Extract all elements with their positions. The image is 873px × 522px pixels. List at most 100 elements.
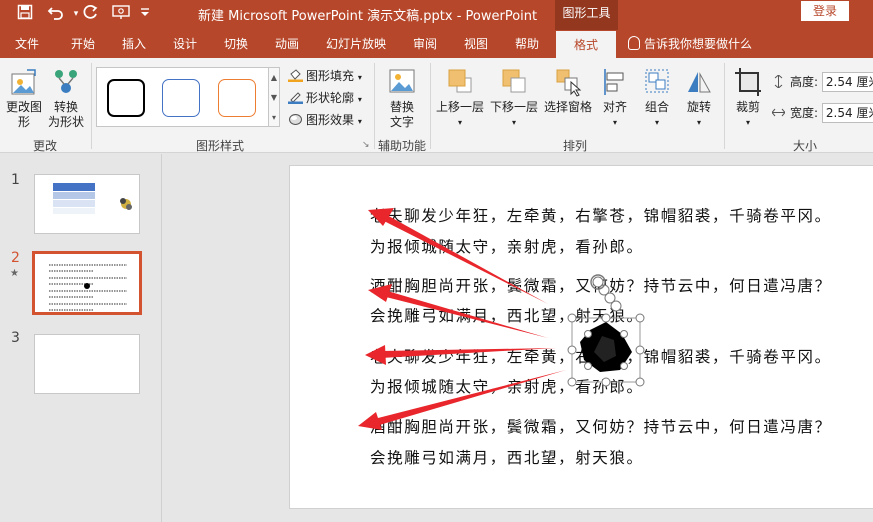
slide-canvas[interactable]: 老夫聊发少年狂，左牵黄，右擎苍，锦帽貂裘，千骑卷平冈。 为报倾城随太守，亲射虎，… (289, 165, 873, 509)
group-button[interactable]: 组合 ▾ (637, 66, 677, 130)
bring-forward-label: 上移一层 (435, 100, 484, 114)
align-icon (600, 66, 630, 98)
group-label-arrange: 排列 (562, 139, 587, 153)
login-button[interactable]: 登录 (801, 1, 849, 21)
tab-help[interactable]: 帮助 (504, 30, 550, 58)
alt-text-label-1: 替换 (389, 100, 414, 114)
convert-label-2: 为形状 (47, 115, 84, 129)
present-icon[interactable] (111, 4, 131, 24)
shape-fill-dropdown-icon: ▾ (357, 73, 362, 82)
edit-shape-label-2: 形 (17, 115, 30, 129)
width-input[interactable]: 2.54 厘米 (821, 103, 873, 123)
tab-insert[interactable]: 插入 (111, 30, 157, 58)
convert-to-shape-button[interactable]: 转换 为形状 (45, 66, 87, 130)
group-label-size: 大小 (792, 139, 817, 153)
rotate-icon (684, 66, 714, 98)
save-icon[interactable] (15, 4, 35, 24)
crop-dropdown-icon: ▾ (745, 118, 750, 127)
redo-icon[interactable] (81, 4, 101, 24)
poem-line[interactable]: 酒酣胸胆尚开张，鬓微霜，又何妨？持节云中，何日遣冯唐？ (370, 415, 832, 437)
group-label-shape-styles: 图形样式 (195, 139, 244, 153)
paint-bucket-icon (288, 68, 303, 82)
poem-line[interactable]: 为报倾城随太守，亲射虎，看孙郎。 (370, 235, 644, 257)
height-label: 高度: (790, 75, 819, 89)
bring-forward-dropdown-icon: ▾ (457, 118, 462, 127)
window-title: 新建 Microsoft PowerPoint 演示文稿.pptx - Powe… (198, 9, 538, 24)
slide-thumbnail-2[interactable] (32, 251, 142, 315)
edit-shape-icon (9, 66, 39, 98)
shape-effects-icon (288, 112, 303, 125)
shape-outline-button[interactable]: 形状轮廓 ▾ (288, 88, 362, 108)
shape-effects-label: 图形效果 (306, 113, 355, 127)
group-divider (724, 63, 725, 149)
poem-line[interactable]: 为报倾城随太守，亲射虎，看孙郎。 (370, 375, 644, 397)
gallery-up-icon[interactable]: ▲ (269, 68, 279, 88)
shape-style-swatch-black[interactable] (107, 79, 145, 117)
tab-slideshow[interactable]: 幻灯片放映 (318, 30, 394, 58)
align-button[interactable]: 对齐 ▾ (595, 66, 635, 130)
shape-style-gallery (96, 67, 269, 127)
selection-pane-button[interactable]: 选择窗格 (541, 66, 595, 115)
slide-2-preview (49, 264, 127, 311)
gallery-more-icon[interactable]: ▾ (269, 108, 279, 128)
poem-line[interactable]: 酒酣胸胆尚开张，鬓微霜，又何妨？持节云中，何日遣冯唐？ (370, 274, 832, 296)
title-bar: ▾ 新建 Microsoft PowerPoint 演示文稿.pptx - Po… (0, 0, 873, 30)
slide-thumbnail-3[interactable] (34, 334, 140, 394)
tab-view[interactable]: 视图 (453, 30, 499, 58)
tab-format[interactable]: 格式 (556, 31, 616, 58)
animation-star-icon: ★ (10, 268, 19, 279)
slide-1-preview (53, 183, 132, 214)
gallery-down-icon[interactable]: ▼ (269, 88, 279, 108)
dialog-launcher-icon[interactable]: ↘ (362, 140, 370, 150)
ribbon-tabs: 文件 开始 插入 设计 切换 动画 幻灯片放映 审阅 视图 帮助 格式 告诉我你… (0, 30, 873, 58)
crop-label: 裁剪 (735, 100, 760, 114)
width-field: 宽度: 2.54 厘米 (771, 103, 873, 123)
poem-line[interactable]: 老夫聊发少年狂，左牵黄，右擎苍，锦帽貂裘，千骑卷平冈。 (370, 204, 832, 226)
shape-fill-button[interactable]: 图形填充 ▾ (288, 66, 362, 86)
height-icon (772, 74, 787, 89)
slide-number-1: 1 (11, 172, 20, 188)
shape-style-swatch-blue[interactable] (162, 79, 200, 117)
rotate-dropdown-icon: ▾ (696, 118, 701, 127)
shape-effects-button[interactable]: 图形效果 ▾ (288, 110, 362, 130)
crop-button[interactable]: 裁剪 ▾ (728, 66, 768, 130)
send-backward-button[interactable]: 下移一层 ▾ (487, 66, 541, 130)
alt-text-button[interactable]: 替换 文字 (380, 66, 424, 130)
group-label-accessibility: 辅助功能 (377, 139, 426, 153)
group-divider (430, 63, 431, 149)
tell-me-search[interactable]: 告诉我你想要做什么 (628, 30, 752, 58)
tab-file[interactable]: 文件 (6, 30, 48, 58)
lightbulb-icon (628, 36, 640, 50)
edit-shape-button[interactable]: 更改图 形 (2, 66, 46, 130)
tab-animations[interactable]: 动画 (264, 30, 310, 58)
align-label: 对齐 (602, 100, 627, 114)
tab-review[interactable]: 审阅 (402, 30, 448, 58)
shape-fill-label: 图形填充 (306, 69, 355, 83)
tab-design[interactable]: 设计 (162, 30, 208, 58)
edit-shape-label-1: 更改图 (5, 100, 42, 114)
bring-forward-button[interactable]: 上移一层 ▾ (433, 66, 487, 130)
crop-icon (733, 66, 763, 98)
tab-home[interactable]: 开始 (60, 30, 106, 58)
poem-line[interactable]: 老夫聊发少年狂，左牵黄，右擎苍，锦帽貂裘，千骑卷平冈。 (370, 345, 832, 367)
height-field: 高度: 2.54 厘米 (772, 72, 873, 92)
group-label-change: 更改 (32, 139, 57, 153)
rotate-button[interactable]: 旋转 ▾ (679, 66, 719, 130)
slide-thumbnail-panel: 1 2 ★ 3 (0, 154, 162, 522)
convert-shape-icon (51, 66, 81, 98)
group-label: 组合 (644, 100, 669, 114)
group-icon (642, 66, 672, 98)
group-dropdown-icon: ▾ (654, 118, 659, 127)
height-input[interactable]: 2.54 厘米 (821, 72, 873, 92)
shape-outline-label: 形状轮廓 (306, 91, 355, 105)
gallery-scroll: ▲ ▼ ▾ (268, 67, 280, 127)
poem-line[interactable]: 会挽雕弓如满月，西北望，射天狼。 (370, 304, 644, 326)
send-backward-dropdown-icon: ▾ (511, 118, 516, 127)
tab-transitions[interactable]: 切换 (213, 30, 259, 58)
slide-number-3: 3 (11, 330, 20, 346)
customize-toolbar-icon[interactable] (135, 4, 155, 24)
undo-icon[interactable] (46, 4, 66, 24)
slide-thumbnail-1[interactable] (34, 174, 140, 234)
poem-line[interactable]: 会挽雕弓如满月，西北望，射天狼。 (370, 446, 644, 468)
shape-style-swatch-orange[interactable] (218, 79, 256, 117)
